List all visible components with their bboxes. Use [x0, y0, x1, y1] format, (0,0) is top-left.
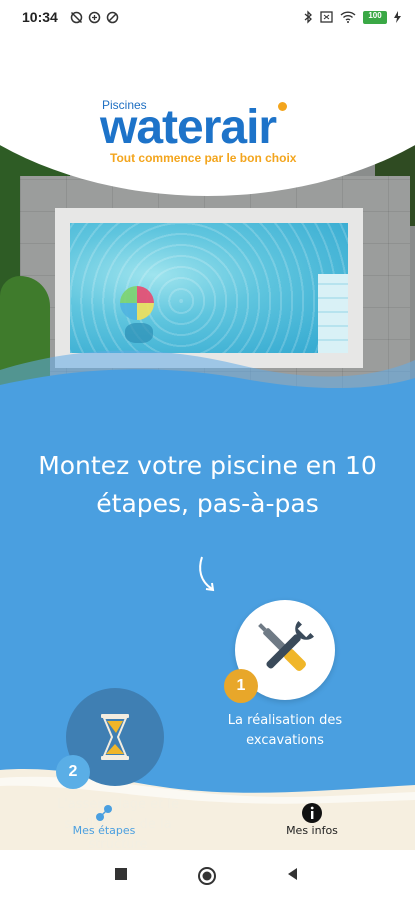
status-bar: 10:34 100: [0, 0, 415, 36]
nav-mes-etapes[interactable]: Mes étapes: [34, 802, 174, 837]
nav-mes-infos[interactable]: Mes infos: [242, 802, 382, 837]
battery-icon: 100: [363, 10, 387, 24]
recents-button[interactable]: [113, 866, 129, 882]
wave-divider: [0, 350, 415, 440]
dnd-icon: [106, 11, 119, 24]
wifi-icon: [340, 11, 356, 23]
home-button[interactable]: [197, 866, 217, 886]
logo-tagline: Tout commence par le bon choix: [110, 151, 297, 165]
info-icon: [302, 803, 322, 823]
logo-sun-dot: [278, 102, 287, 111]
beach-ball: [120, 286, 154, 320]
back-button[interactable]: [285, 866, 301, 882]
curved-arrow-icon: [199, 556, 215, 592]
nav-mes-infos-label: Mes infos: [286, 824, 338, 837]
status-left-icons: [70, 11, 119, 24]
step-1-number: 1: [224, 669, 258, 703]
logo-wordmark: waterair: [100, 101, 277, 154]
pool-ripples: [70, 223, 348, 353]
page-title: Montez votre piscine en 10 étapes, pas-à…: [38, 451, 377, 518]
step-2-number: 2: [56, 755, 90, 789]
nav-mes-etapes-label: Mes étapes: [72, 824, 136, 837]
bluetooth-icon: [304, 10, 312, 24]
charging-icon: [394, 11, 401, 23]
system-navigation-bar: [0, 850, 415, 900]
battery-level: 100: [368, 10, 382, 20]
steps-icon: [96, 805, 112, 821]
status-right-icons: 100: [304, 10, 401, 24]
sync-off-icon: [70, 11, 83, 24]
step-1-label: La réalisation des excavations: [227, 713, 343, 748]
sim-icon: [320, 11, 333, 23]
data-saver-icon: [88, 11, 101, 24]
status-time: 10:34: [22, 9, 58, 25]
